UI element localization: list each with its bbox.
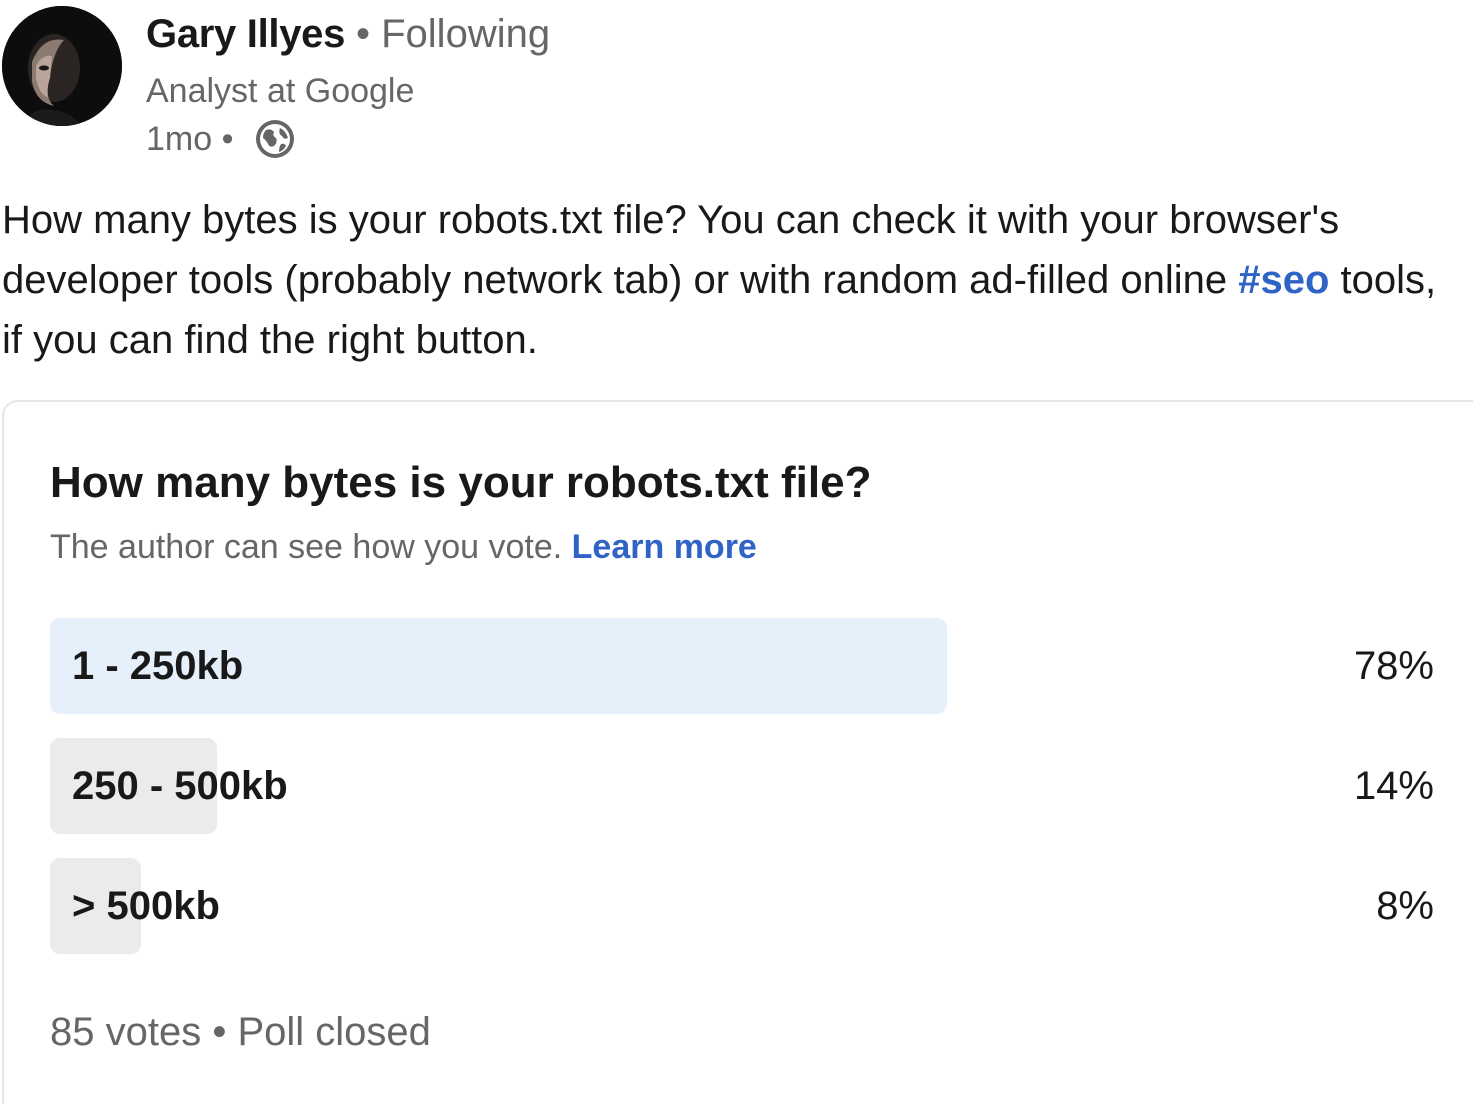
poll-privacy-text: The author can see how you vote. bbox=[50, 528, 572, 566]
post-text: How many bytes is your robots.txt file? … bbox=[2, 190, 1462, 370]
poll-option-percent: 78% bbox=[1353, 644, 1434, 688]
feed-post: Gary Illyes • Following Analyst at Googl… bbox=[0, 0, 1473, 1104]
poll-option: 1 - 250kb 78% bbox=[50, 618, 1434, 714]
follow-status: • Following bbox=[356, 12, 551, 56]
poll-footer: 85 votes • Poll closed bbox=[50, 1010, 431, 1054]
author-name[interactable]: Gary Illyes bbox=[146, 12, 345, 57]
poll-option-percent: 8% bbox=[1376, 884, 1434, 928]
globe-icon bbox=[256, 120, 294, 158]
author-avatar[interactable] bbox=[2, 6, 122, 126]
poll-privacy-note: The author can see how you vote. Learn m… bbox=[50, 528, 757, 567]
learn-more-link[interactable]: Learn more bbox=[572, 528, 757, 566]
post-timestamp: 1mo • bbox=[146, 120, 234, 158]
hashtag-link[interactable]: #seo bbox=[1238, 258, 1329, 302]
post-text-before: How many bytes is your robots.txt file? … bbox=[2, 198, 1340, 302]
poll-option-percent: 14% bbox=[1353, 764, 1434, 808]
author-headline: Analyst at Google bbox=[146, 72, 415, 110]
poll-option: 250 - 500kb 14% bbox=[50, 738, 1434, 834]
poll-option-label: 250 - 500kb bbox=[72, 764, 288, 808]
poll-option: > 500kb 8% bbox=[50, 858, 1434, 954]
poll-question: How many bytes is your robots.txt file? bbox=[50, 458, 872, 507]
poll-option-label: > 500kb bbox=[72, 884, 220, 928]
avatar-photo bbox=[2, 6, 122, 126]
poll-option-label: 1 - 250kb bbox=[72, 644, 244, 688]
